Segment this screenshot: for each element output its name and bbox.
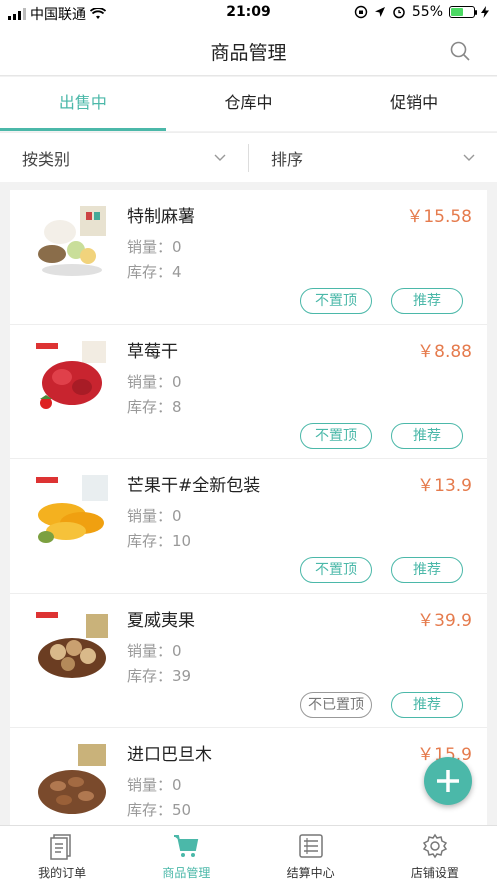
- tabbar-label: 结算中心: [286, 866, 335, 880]
- product-image: [32, 471, 112, 551]
- product-stock: 库存：50: [127, 801, 192, 819]
- tabbar-item-settlement[interactable]: 结算中心: [249, 826, 373, 883]
- tabbar-label: 我的订单: [38, 866, 87, 880]
- product-sales: 销量：0: [127, 641, 182, 660]
- product-image: [32, 740, 112, 820]
- chevron-down-icon: [214, 154, 226, 161]
- product-name: 夏威夷果: [127, 610, 195, 631]
- product-item[interactable]: 夏威夷果 ￥39.9 销量：0 库存：39 不已置顶 推荐: [10, 594, 487, 728]
- recommend-button[interactable]: 推荐: [391, 288, 463, 314]
- product-name: 进口巴旦木: [127, 745, 212, 765]
- product-sales: 销量：0: [127, 238, 182, 256]
- category-filter-label: 按类别: [22, 149, 71, 169]
- product-name: 特制麻薯: [127, 207, 195, 227]
- product-price: ￥15.58: [406, 207, 472, 227]
- alarm-icon: [393, 6, 405, 19]
- product-item[interactable]: 草莓干 ￥8.88 销量：0 库存：8 不置顶 推荐: [10, 325, 487, 459]
- category-filter[interactable]: 按类别: [0, 133, 248, 182]
- product-list: 特制麻薯 ￥15.58 销量：0 库存：4 不置顶 推荐 草莓干 ￥8.88 销…: [10, 190, 487, 863]
- filter-row: 按类别 排序: [0, 132, 497, 182]
- pin-toggle-button[interactable]: 不置顶: [300, 557, 372, 583]
- battery-icon: [449, 6, 477, 18]
- pin-toggle-button[interactable]: 不置顶: [300, 288, 372, 314]
- tab-warehouse[interactable]: 仓库中: [166, 77, 332, 131]
- product-stock: 库存：39: [127, 666, 192, 685]
- tabbar-item-products[interactable]: 商品管理: [124, 826, 248, 883]
- tabbar-item-store-settings[interactable]: 店铺设置: [373, 826, 497, 883]
- pin-toggle-button[interactable]: 不已置顶: [300, 691, 372, 718]
- product-stock: 库存：10: [127, 532, 192, 550]
- recommend-button[interactable]: 推荐: [391, 691, 463, 718]
- recommend-button[interactable]: 推荐: [391, 422, 463, 449]
- add-product-button[interactable]: [424, 757, 472, 805]
- screen: 中国联通 21:09 55% 商品管理 出售中 仓库中 促销中 按类别 排序 特…: [0, 0, 497, 883]
- status-bar: 中国联通 21:09 55%: [0, 0, 497, 26]
- product-sales: 销量：0: [127, 507, 182, 525]
- search-icon[interactable]: [449, 40, 471, 62]
- ledger-icon: [298, 834, 323, 858]
- battery-percent: 55%: [411, 4, 443, 20]
- product-price: ￥8.88: [417, 341, 472, 362]
- product-name: 草莓干: [127, 341, 178, 362]
- product-image: [32, 202, 112, 282]
- tab-on-sale[interactable]: 出售中: [0, 77, 166, 131]
- tab-bar-top: 出售中 仓库中 促销中: [0, 77, 497, 131]
- plus-icon: [437, 770, 459, 792]
- location-icon: [374, 7, 385, 17]
- product-item[interactable]: 特制麻薯 ￥15.58 销量：0 库存：4 不置顶 推荐: [10, 190, 487, 325]
- orientation-lock-icon: [354, 5, 368, 19]
- product-price: ￥13.9: [417, 476, 472, 496]
- chevron-down-icon: [463, 154, 475, 161]
- tabbar-label: 店铺设置: [410, 866, 459, 880]
- product-sales: 销量：0: [127, 776, 182, 794]
- product-sales: 销量：0: [127, 372, 182, 391]
- product-name: 芒果干#全新包装: [127, 476, 261, 496]
- product-image: [32, 605, 112, 686]
- product-price: ￥39.9: [417, 610, 472, 631]
- recommend-button[interactable]: 推荐: [391, 557, 463, 583]
- orders-icon: [50, 834, 71, 860]
- tabbar-label: 商品管理: [162, 866, 211, 880]
- product-image: [32, 336, 112, 417]
- charging-icon: [481, 6, 489, 18]
- cart-icon: [174, 835, 199, 857]
- product-stock: 库存：4: [127, 263, 182, 281]
- bottom-tab-bar: 我的订单 商品管理 结算中心 店铺设置: [0, 825, 497, 883]
- product-stock: 库存：8: [127, 397, 182, 416]
- tabbar-item-orders[interactable]: 我的订单: [0, 826, 124, 883]
- tab-promotion[interactable]: 促销中: [331, 77, 497, 131]
- nav-bar: 商品管理: [0, 26, 497, 76]
- pin-toggle-button[interactable]: 不置顶: [300, 422, 372, 449]
- page-title: 商品管理: [210, 42, 287, 64]
- sort-filter[interactable]: 排序: [249, 133, 497, 182]
- gear-icon: [422, 833, 447, 859]
- sort-filter-label: 排序: [271, 149, 304, 169]
- status-right: 55%: [354, 4, 489, 20]
- product-item[interactable]: 芒果干#全新包装 ￥13.9 销量：0 库存：10 不置顶 推荐: [10, 459, 487, 594]
